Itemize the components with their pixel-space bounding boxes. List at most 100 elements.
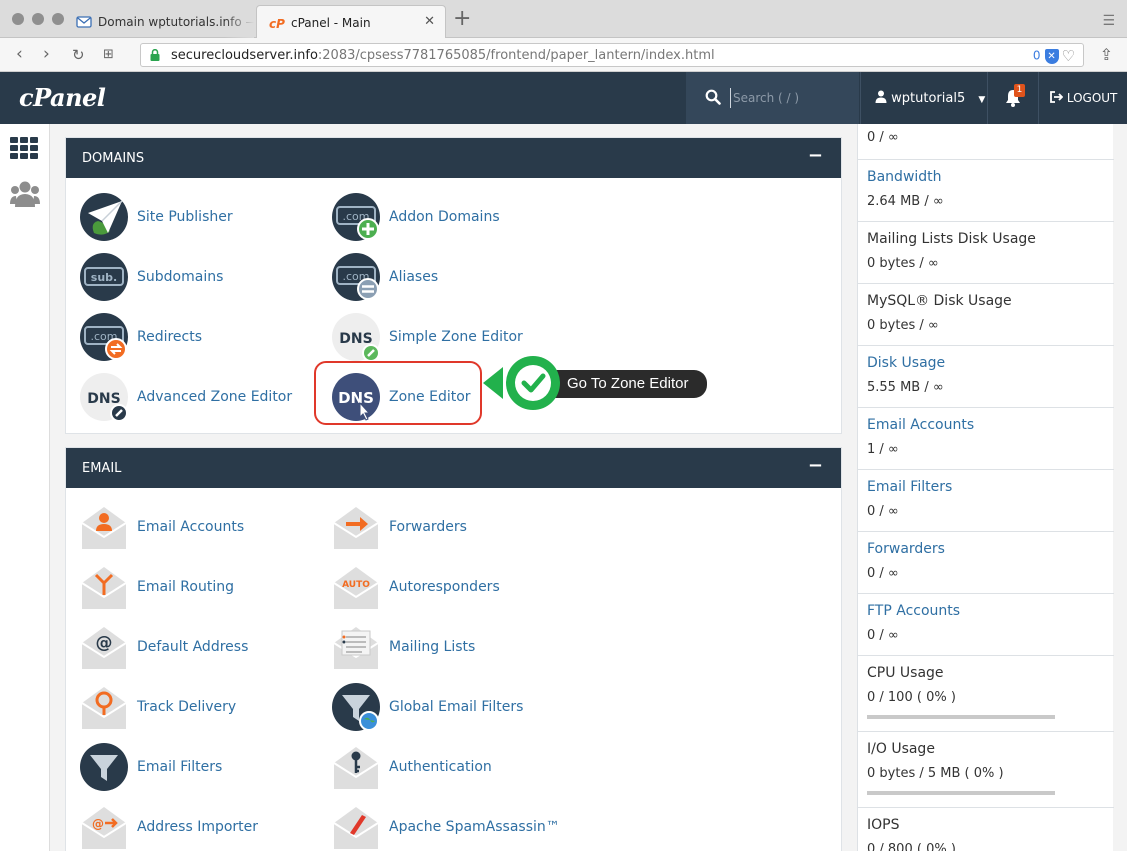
search-input[interactable] xyxy=(730,88,845,108)
paper-plane-globe-icon xyxy=(80,193,128,241)
minimize-window-button[interactable] xyxy=(32,13,44,25)
dns-pencil-icon: DNS xyxy=(332,313,380,361)
stat-value: 1 / ∞ xyxy=(867,442,899,457)
apache-spamassassin-link[interactable]: Apache SpamAssassin™ xyxy=(332,801,560,851)
item-label: Forwarders xyxy=(389,519,467,535)
stat-row: Disk Usage 5.55 MB / ∞ xyxy=(858,346,1114,408)
item-label: Global Email Filters xyxy=(389,699,524,715)
svg-text:DNS: DNS xyxy=(339,331,372,347)
cpanel-favicon-icon: cP xyxy=(269,17,285,31)
site-publisher-link[interactable]: Site Publisher xyxy=(80,191,233,243)
email-panel-header[interactable]: EMAIL − xyxy=(66,448,841,488)
cpanel-logo[interactable]: cPanel xyxy=(19,83,106,112)
item-label: Site Publisher xyxy=(137,209,233,225)
zone-editor-highlight xyxy=(314,361,482,425)
forwarders-link[interactable]: Forwarders xyxy=(332,501,467,553)
stat-name-link[interactable]: Email Filters xyxy=(867,479,952,495)
stat-name-link[interactable]: Email Accounts xyxy=(867,417,974,433)
track-delivery-link[interactable]: Track Delivery xyxy=(80,681,236,733)
item-label: Track Delivery xyxy=(137,699,237,715)
aliases-link[interactable]: .com Aliases xyxy=(332,251,438,303)
stat-value: 0 bytes / ∞ xyxy=(867,318,939,333)
forward-icon[interactable]: › xyxy=(43,44,50,64)
envelope-arrow-icon xyxy=(333,507,379,549)
advanced-zone-editor-link[interactable]: DNS Advanced Zone Editor xyxy=(80,371,292,423)
search-box xyxy=(686,72,859,124)
shield-icon[interactable]: ✕ xyxy=(1044,48,1059,64)
stat-value: 0 / ∞ xyxy=(867,628,899,643)
collapse-icon[interactable]: − xyxy=(808,145,823,166)
browser-tab-cpanel[interactable]: cP cPanel - Main ✕ xyxy=(256,5,446,38)
new-tab-icon[interactable]: + xyxy=(453,6,471,31)
svg-text:cP: cP xyxy=(269,17,285,31)
autoresponders-link[interactable]: AUTO Autoresponders xyxy=(332,561,500,613)
stat-value: 0 / ∞ xyxy=(867,130,899,145)
search-icon xyxy=(705,89,721,105)
item-label: Apache SpamAssassin™ xyxy=(389,819,560,835)
email-routing-link[interactable]: Email Routing xyxy=(80,561,234,613)
collapse-icon[interactable]: − xyxy=(808,455,823,476)
authentication-link[interactable]: Authentication xyxy=(332,741,492,793)
item-label: Authentication xyxy=(389,759,492,775)
maximize-window-button[interactable] xyxy=(52,13,64,25)
svg-text:@: @ xyxy=(92,817,104,831)
stat-name-link[interactable]: Bandwidth xyxy=(867,169,942,185)
stat-value: 5.55 MB / ∞ xyxy=(867,380,944,395)
svg-text:DNS: DNS xyxy=(87,391,120,407)
stat-value: 0 bytes / 5 MB ( 0% ) xyxy=(867,766,1004,781)
envelope-pin-icon xyxy=(81,687,127,729)
tabs-grid-icon[interactable]: ⊞ xyxy=(103,47,114,62)
stats-sidebar: 0 / ∞ Bandwidth 2.64 MB / ∞ Mailing List… xyxy=(857,124,1114,851)
stat-row: Email Filters 0 / ∞ xyxy=(858,470,1114,532)
stat-row: Bandwidth 2.64 MB / ∞ xyxy=(858,160,1114,222)
url-field[interactable]: securecloudserver.info:2083/cpsess778176… xyxy=(140,43,1084,67)
share-icon[interactable]: ⇪ xyxy=(1100,45,1113,64)
close-tab-icon[interactable]: ✕ xyxy=(424,14,435,29)
heart-icon[interactable]: ♡ xyxy=(1062,47,1075,65)
back-icon[interactable]: ‹ xyxy=(16,44,23,64)
redirects-link[interactable]: .com Redirects xyxy=(80,311,202,363)
funnel-icon xyxy=(80,743,128,791)
envelope-at-arrow-icon: @ xyxy=(81,807,127,849)
subdomains-link[interactable]: sub. Subdomains xyxy=(80,251,223,303)
default-address-link[interactable]: @ Default Address xyxy=(80,621,248,673)
tab-title: cPanel - Main xyxy=(291,16,371,30)
browser-tab-domain[interactable]: Domain wptutorials.info — Ya xyxy=(64,5,254,38)
stat-value: 0 / ∞ xyxy=(867,504,899,519)
stat-value: 0 / 800 ( 0% ) xyxy=(867,842,956,851)
com-plus-icon: .com xyxy=(332,193,380,241)
address-importer-link[interactable]: @ Address Importer xyxy=(80,801,258,851)
stat-value: 0 bytes / ∞ xyxy=(867,256,939,271)
users-icon[interactable] xyxy=(10,180,40,208)
stat-name: Mailing Lists Disk Usage xyxy=(867,231,1036,247)
stat-name-link[interactable]: Forwarders xyxy=(867,541,945,557)
svg-text:sub.: sub. xyxy=(91,271,117,284)
close-window-button[interactable] xyxy=(12,13,24,25)
email-filters-link[interactable]: Email Filters xyxy=(80,741,222,793)
stat-row: Forwarders 0 / ∞ xyxy=(858,532,1114,594)
item-label: Address Importer xyxy=(137,819,259,835)
apps-grid-icon[interactable] xyxy=(10,137,38,159)
stat-row: CPU Usage 0 / 100 ( 0% ) xyxy=(858,656,1114,732)
envelope-auto-icon: AUTO xyxy=(333,567,379,609)
url-host: securecloudserver.info xyxy=(171,48,318,63)
browser-menu-icon[interactable]: ☰ xyxy=(1102,13,1115,29)
item-label: Simple Zone Editor xyxy=(389,329,523,345)
reload-icon[interactable]: ↻ xyxy=(72,46,85,64)
envelope-key-icon xyxy=(333,747,379,789)
mailing-lists-link[interactable]: Mailing Lists xyxy=(332,621,475,673)
domains-panel-header[interactable]: DOMAINS − xyxy=(66,138,841,178)
global-email-filters-link[interactable]: Global Email Filters xyxy=(332,681,523,733)
item-label: Addon Domains xyxy=(389,209,500,225)
email-accounts-link[interactable]: Email Accounts xyxy=(80,501,244,553)
stat-name-link[interactable]: FTP Accounts xyxy=(867,603,960,619)
left-rail xyxy=(0,124,50,851)
stat-value: 0 / ∞ xyxy=(867,566,899,581)
panel-title: DOMAINS xyxy=(82,151,145,166)
cpu-usage-bar xyxy=(867,715,1055,719)
stat-row: FTP Accounts 0 / ∞ xyxy=(858,594,1114,656)
svg-text:AUTO: AUTO xyxy=(342,580,370,590)
envelope-fork-icon xyxy=(81,567,127,609)
stat-name-link[interactable]: Disk Usage xyxy=(867,355,945,371)
addon-domains-link[interactable]: .com Addon Domains xyxy=(332,191,500,243)
